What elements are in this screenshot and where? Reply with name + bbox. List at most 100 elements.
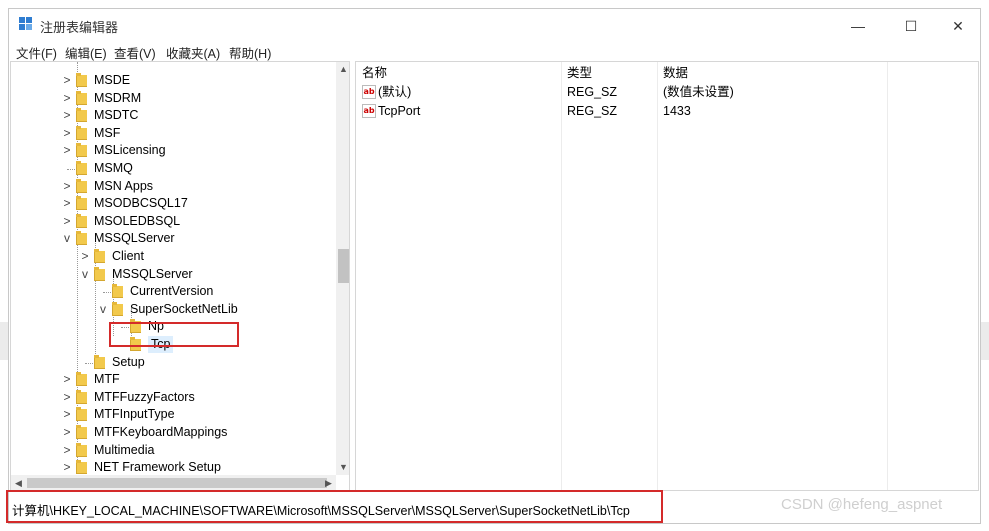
chevron-right-icon[interactable]: > <box>61 406 73 423</box>
tree-item[interactable]: MSMQ <box>11 160 331 177</box>
close-button[interactable]: ✕ <box>935 13 981 39</box>
menu-edit[interactable]: 编辑(E) <box>65 43 107 62</box>
tree-item[interactable]: > MSOLEDBSQL <box>11 213 331 230</box>
tree-item[interactable]: Setup <box>11 354 331 371</box>
tree-item[interactable]: v MSSQLServer <box>11 230 331 247</box>
tree-item[interactable]: > MSODBCSQL17 <box>11 195 331 212</box>
registry-values-list[interactable]: 名称 类型 数据 ab (默认) REG_SZ (数值未设置) ab TcpPo… <box>355 61 979 491</box>
column-separator <box>561 62 562 490</box>
menu-file[interactable]: 文件(F) <box>16 43 57 62</box>
chevron-right-icon[interactable]: > <box>61 142 73 159</box>
tree-item[interactable]: v MSSQLServer <box>11 266 331 283</box>
chevron-right-icon[interactable]: > <box>61 178 73 195</box>
column-separator <box>657 62 658 490</box>
chevron-right-icon[interactable]: > <box>61 195 73 212</box>
tree-item[interactable]: > MSN Apps <box>11 178 331 195</box>
tree-item-label: CurrentVersion <box>130 284 214 299</box>
folder-icon <box>94 354 105 369</box>
tree-item-label: MSF <box>94 125 121 140</box>
menu-favorites[interactable]: 收藏夹(A) <box>166 43 220 62</box>
scroll-left-arrow-icon[interactable]: ◀ <box>11 475 26 490</box>
column-header-name[interactable]: 名称 <box>356 62 561 84</box>
tree-item[interactable]: > Client <box>11 248 331 265</box>
chevron-right-icon[interactable]: > <box>61 125 73 142</box>
scroll-up-arrow-icon[interactable]: ▲ <box>336 62 349 77</box>
tree-item-label: MSLicensing <box>94 143 166 158</box>
scroll-down-arrow-icon[interactable]: ▼ <box>336 460 349 475</box>
chevron-right-icon[interactable]: > <box>61 459 73 476</box>
chevron-right-icon[interactable]: > <box>61 90 73 107</box>
minimize-button[interactable]: — <box>835 13 881 39</box>
tree-item-label: MSDRM <box>94 90 142 105</box>
registry-editor-icon <box>19 17 33 31</box>
tree-item[interactable]: > MTF <box>11 371 331 388</box>
folder-icon <box>76 231 87 246</box>
tree-item-label: Setup <box>112 354 145 369</box>
tree-item-label: MSSQLServer <box>112 266 193 281</box>
scroll-thumb-horizontal[interactable] <box>27 478 327 488</box>
column-header-type[interactable]: 类型 <box>561 62 657 84</box>
maximize-button[interactable]: ☐ <box>888 13 934 39</box>
menu-bar: 文件(F) 编辑(E) 查看(V) 收藏夹(A) 帮助(H) <box>9 41 980 61</box>
folder-icon <box>76 161 87 175</box>
scroll-thumb[interactable] <box>338 249 349 283</box>
chevron-right-icon[interactable]: > <box>61 371 73 388</box>
column-header-data[interactable]: 数据 <box>657 62 887 84</box>
chevron-right-icon[interactable]: > <box>61 72 73 89</box>
folder-icon <box>112 284 123 299</box>
tree-item[interactable]: > MSDE <box>11 72 331 89</box>
tree-item[interactable]: > MSLicensing <box>11 142 331 159</box>
chevron-down-icon[interactable]: v <box>61 230 73 247</box>
menu-view[interactable]: 查看(V) <box>114 43 156 62</box>
title-bar: 注册表编辑器 — ☐ ✕ <box>9 9 980 41</box>
chevron-right-icon[interactable]: > <box>61 424 73 441</box>
folder-icon <box>76 389 87 404</box>
tree-item[interactable]: > MSF <box>11 125 331 142</box>
folder-icon <box>76 143 87 158</box>
chevron-right-icon[interactable]: > <box>79 248 91 265</box>
tree-horizontal-scrollbar[interactable]: ◀ ▶ <box>11 475 336 490</box>
menu-help[interactable]: 帮助(H) <box>229 43 271 62</box>
chevron-down-icon[interactable]: v <box>79 266 91 283</box>
chevron-right-icon[interactable]: > <box>61 213 73 230</box>
chevron-down-icon[interactable]: v <box>97 301 109 318</box>
folder-icon <box>76 125 87 140</box>
folder-icon <box>76 90 87 105</box>
tree-item[interactable]: > NET Framework Setup <box>11 459 331 476</box>
folder-icon <box>76 196 87 211</box>
tree-item[interactable]: v SuperSocketNetLib <box>11 301 331 318</box>
tree-item-label: MSOLEDBSQL <box>94 213 181 228</box>
tree-item[interactable]: CurrentVersion <box>11 283 331 300</box>
window-title: 注册表编辑器 <box>40 20 119 35</box>
string-value-icon: ab <box>362 85 376 99</box>
value-row[interactable]: ab TcpPort REG_SZ 1433 <box>356 102 978 121</box>
chevron-right-icon[interactable]: > <box>61 107 73 124</box>
value-data: 1433 <box>663 104 691 118</box>
tree-item[interactable]: > Multimedia <box>11 442 331 459</box>
folder-icon <box>94 249 105 263</box>
tree-item-label: MTFFuzzyFactors <box>94 389 195 404</box>
tree-item[interactable]: > MTFKeyboardMappings <box>11 424 331 441</box>
chevron-right-icon[interactable]: > <box>61 442 73 459</box>
string-value-icon: ab <box>362 104 376 118</box>
tree-item[interactable]: > MSDTC <box>11 107 331 124</box>
value-type: REG_SZ <box>567 85 618 99</box>
registry-key-tree[interactable]: > MSDE > MSDRM > MSDTC > MSF > MSLicensing MSMQ > MS… <box>10 61 350 491</box>
tree-item-label: MTFKeyboardMappings <box>94 425 228 439</box>
scroll-right-arrow-icon[interactable]: ▶ <box>321 475 336 490</box>
chevron-right-icon[interactable]: > <box>61 389 73 406</box>
registry-editor-window: 注册表编辑器 — ☐ ✕ 文件(F) 编辑(E) 查看(V) 收藏夹(A) 帮助… <box>8 8 981 524</box>
value-row[interactable]: ab (默认) REG_SZ (数值未设置) <box>356 83 978 102</box>
tree-vertical-scrollbar[interactable]: ▲ ▼ <box>336 62 349 475</box>
folder-icon <box>76 213 87 228</box>
folder-icon <box>112 301 123 316</box>
tree-item-label: Client <box>112 249 144 263</box>
tcp-highlight-box <box>109 322 239 347</box>
value-data: (数值未设置) <box>663 85 734 99</box>
tree-item[interactable]: > MTFFuzzyFactors <box>11 389 331 406</box>
column-separator <box>887 62 888 490</box>
tree-item[interactable]: > MSDRM <box>11 90 331 107</box>
folder-icon <box>76 442 87 457</box>
value-type: REG_SZ <box>567 104 618 118</box>
tree-item[interactable]: > MTFInputType <box>11 406 331 423</box>
